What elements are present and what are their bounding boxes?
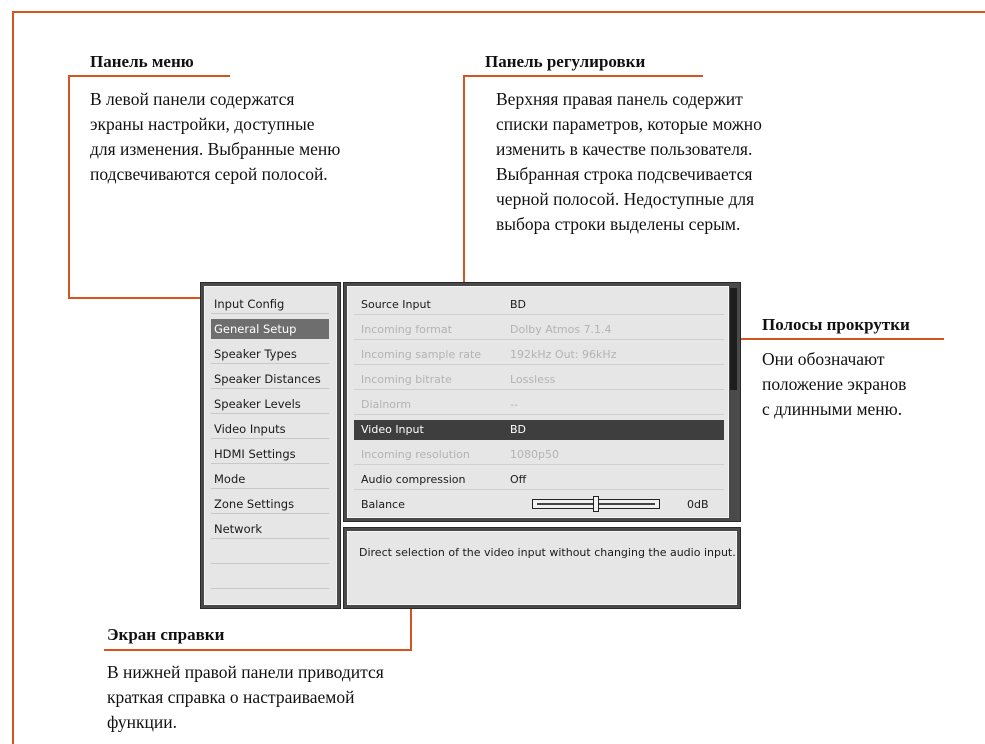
help-text: Direct selection of the video input with… <box>359 546 736 559</box>
adjust-panel-heading-underline <box>463 75 703 77</box>
adjust-panel-heading: Панель регулировки <box>485 52 646 71</box>
settings-panel-inner: Source Input BD Incoming format Dolby At… <box>347 286 729 518</box>
settings-row-balance[interactable]: Balance 0dB <box>354 495 724 515</box>
row-label: Dialnorm <box>361 398 412 411</box>
help-screen-description: В нижней правой панели приводится кратка… <box>107 662 384 732</box>
settings-panel: Source Input BD Incoming format Dolby At… <box>343 282 741 522</box>
row-value: Dolby Atmos 7.1.4 <box>510 323 612 336</box>
row-value: BD <box>510 423 527 436</box>
menu-item-hdmi-settings[interactable]: HDMI Settings <box>211 444 329 464</box>
row-label: Audio compression <box>361 473 466 486</box>
menu-item-speaker-levels[interactable]: Speaker Levels <box>211 394 329 414</box>
menu-item-video-inputs[interactable]: Video Inputs <box>211 419 329 439</box>
row-label: Balance <box>361 498 405 511</box>
settings-row-incoming-format: Incoming format Dolby Atmos 7.1.4 <box>354 320 724 340</box>
row-label: Incoming sample rate <box>361 348 482 361</box>
menu-panel: Input Config General Setup Speaker Types… <box>200 282 341 609</box>
settings-row-video-input[interactable]: Video Input BD <box>354 420 724 440</box>
menu-item-general-setup[interactable]: General Setup <box>211 319 329 339</box>
balance-value: 0dB <box>687 498 709 511</box>
settings-row-source-input[interactable]: Source Input BD <box>354 295 724 315</box>
menu-panel-heading-underline <box>68 75 230 77</box>
menu-item-input-config[interactable]: Input Config <box>211 294 329 314</box>
scrollbars-heading: Полосы прокрутки <box>762 315 910 334</box>
row-value: -- <box>510 398 518 411</box>
row-label: Incoming bitrate <box>361 373 452 386</box>
settings-row-incoming-sample-rate: Incoming sample rate 192kHz Out: 96kHz <box>354 345 724 365</box>
balance-slider-handle[interactable] <box>593 496 599 512</box>
adjust-panel-description: Верхняя правая панель содержит списки па… <box>496 89 762 234</box>
help-screen-heading: Экран справки <box>107 625 225 644</box>
settings-row-audio-compression[interactable]: Audio compression Off <box>354 470 724 490</box>
row-value: Lossless <box>510 373 556 386</box>
menu-item-empty <box>211 569 329 589</box>
help-panel-inner: Direct selection of the video input with… <box>347 531 737 605</box>
row-label: Incoming resolution <box>361 448 470 461</box>
help-panel: Direct selection of the video input with… <box>343 527 741 609</box>
row-label: Video Input <box>361 423 424 436</box>
menu-item-zone-settings[interactable]: Zone Settings <box>211 494 329 514</box>
menu-item-empty <box>211 544 329 564</box>
menu-item-network[interactable]: Network <box>211 519 329 539</box>
top-frame-line <box>12 11 985 13</box>
settings-row-incoming-bitrate: Incoming bitrate Lossless <box>354 370 724 390</box>
settings-row-dialnorm: Dialnorm -- <box>354 395 724 415</box>
menu-item-speaker-types[interactable]: Speaker Types <box>211 344 329 364</box>
scrollbars-leader <box>736 338 944 340</box>
menu-panel-inner: Input Config General Setup Speaker Types… <box>204 286 337 605</box>
menu-panel-leader-vertical <box>68 75 70 298</box>
row-value: Off <box>510 473 527 486</box>
scrollbars-description: Они обозначают положение экранов с длинн… <box>762 349 907 419</box>
menu-item-mode[interactable]: Mode <box>211 469 329 489</box>
row-value: 1080p50 <box>510 448 559 461</box>
menu-panel-description: В левой панели содержатся экраны настрой… <box>90 89 341 184</box>
settings-scrollbar-thumb[interactable] <box>730 288 737 390</box>
row-value: 192kHz Out: 96kHz <box>510 348 617 361</box>
row-label: Source Input <box>361 298 431 311</box>
settings-row-incoming-resolution: Incoming resolution 1080p50 <box>354 445 724 465</box>
row-label: Incoming format <box>361 323 452 336</box>
row-value: BD <box>510 298 527 311</box>
help-screen-heading-underline <box>104 649 412 651</box>
menu-item-speaker-distances[interactable]: Speaker Distances <box>211 369 329 389</box>
menu-panel-heading: Панель меню <box>90 52 194 71</box>
menu-panel-leader-horizontal <box>68 297 210 299</box>
left-frame-line <box>12 11 14 744</box>
